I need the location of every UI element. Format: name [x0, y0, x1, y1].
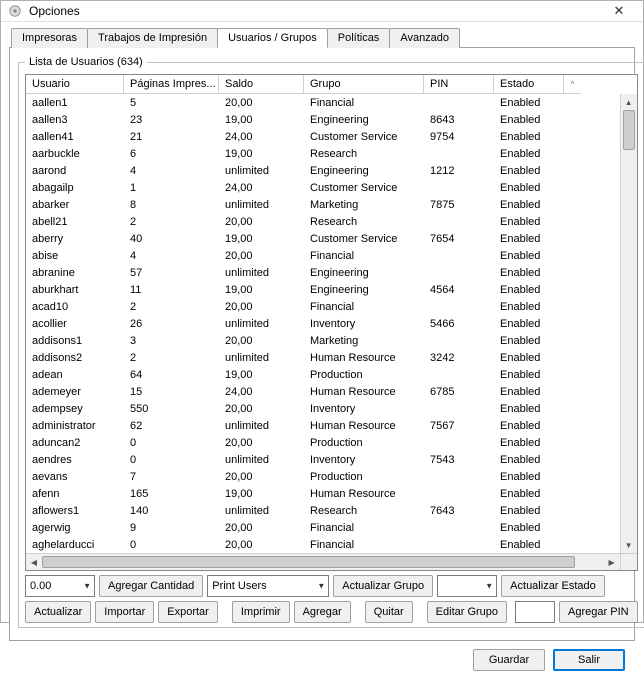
scroll-right-icon[interactable]: ▶: [604, 554, 620, 570]
table-row[interactable]: administrator62unlimitedHuman Resource75…: [26, 417, 620, 434]
vertical-scrollbar[interactable]: ▲ ▼: [620, 94, 637, 553]
table-row[interactable]: addisons22unlimitedHuman Resource3242Ena…: [26, 349, 620, 366]
table-row[interactable]: adempsey55020,00InventoryEnabled: [26, 400, 620, 417]
table-row[interactable]: abagailp124,00Customer ServiceEnabled: [26, 179, 620, 196]
column-usuario[interactable]: Usuario: [26, 75, 124, 94]
titlebar: Opciones ✕: [1, 1, 643, 22]
table-row[interactable]: aevans720,00ProductionEnabled: [26, 468, 620, 485]
table-header: Usuario Páginas Impres... Saldo Grupo PI…: [26, 75, 637, 94]
table-row[interactable]: aallen1520,00FinancialEnabled: [26, 94, 620, 111]
amount-combo[interactable]: 0.00: [25, 575, 95, 597]
table-row[interactable]: aberry4019,00Customer Service7654Enabled: [26, 230, 620, 247]
tab-usuarios-grupos[interactable]: Usuarios / Grupos: [217, 28, 328, 48]
table-row[interactable]: acad10220,00FinancialEnabled: [26, 298, 620, 315]
tab-trabajos-de-impresi-n[interactable]: Trabajos de Impresión: [87, 28, 218, 48]
controls-row-1: 0.00 Agregar Cantidad Print Users Actual…: [25, 575, 638, 597]
table-row[interactable]: afenn16519,00Human ResourceEnabled: [26, 485, 620, 502]
pin-input[interactable]: [515, 601, 555, 623]
scroll-up-icon[interactable]: ▲: [621, 94, 637, 110]
table-row[interactable]: aallen412124,00Customer Service9754Enabl…: [26, 128, 620, 145]
window-title: Opciones: [29, 4, 601, 18]
tab-strip: ImpresorasTrabajos de ImpresiónUsuarios …: [9, 28, 635, 48]
table-row[interactable]: abarker8unlimitedMarketing7875Enabled: [26, 196, 620, 213]
options-window: Opciones ✕ ImpresorasTrabajos de Impresi…: [0, 0, 644, 623]
column-paginas[interactable]: Páginas Impres...: [124, 75, 219, 94]
table-row[interactable]: abise420,00FinancialEnabled: [26, 247, 620, 264]
group-combo[interactable]: Print Users: [207, 575, 329, 597]
add-pin-button[interactable]: Agregar PIN: [559, 601, 638, 623]
table-row[interactable]: aduncan2020,00ProductionEnabled: [26, 434, 620, 451]
table-row[interactable]: aallen32319,00Engineering8643Enabled: [26, 111, 620, 128]
table-row[interactable]: addisons1320,00MarketingEnabled: [26, 332, 620, 349]
hscroll-track[interactable]: [42, 554, 604, 570]
add-amount-button[interactable]: Agregar Cantidad: [99, 575, 203, 597]
table-row[interactable]: aflowers1140unlimitedResearch7643Enabled: [26, 502, 620, 519]
close-button[interactable]: ✕: [601, 1, 637, 21]
table-row[interactable]: abranine57unlimitedEngineeringEnabled: [26, 264, 620, 281]
column-estado[interactable]: Estado: [494, 75, 564, 94]
remove-button[interactable]: Quitar: [365, 601, 413, 623]
update-group-button[interactable]: Actualizar Grupo: [333, 575, 433, 597]
add-button[interactable]: Agregar: [294, 601, 351, 623]
table-row[interactable]: aendres0unlimitedInventory7543Enabled: [26, 451, 620, 468]
table-row[interactable]: ademeyer1524,00Human Resource6785Enabled: [26, 383, 620, 400]
save-button[interactable]: Guardar: [473, 649, 545, 671]
dialog-buttons: Guardar Salir: [9, 641, 635, 679]
column-saldo[interactable]: Saldo: [219, 75, 304, 94]
export-button[interactable]: Exportar: [158, 601, 218, 623]
vscroll-track[interactable]: [621, 110, 637, 537]
exit-button[interactable]: Salir: [553, 649, 625, 671]
tab-impresoras[interactable]: Impresoras: [11, 28, 88, 48]
user-table: Usuario Páginas Impres... Saldo Grupo PI…: [25, 74, 638, 571]
update-state-button[interactable]: Actualizar Estado: [501, 575, 605, 597]
table-row[interactable]: aarond4unlimitedEngineering1212Enabled: [26, 162, 620, 179]
table-row[interactable]: aghelarducci020,00FinancialEnabled: [26, 536, 620, 553]
table-row[interactable]: aburkhart1119,00Engineering4564Enabled: [26, 281, 620, 298]
scroll-corner: [620, 554, 637, 570]
table-row[interactable]: acollier26unlimitedInventory5466Enabled: [26, 315, 620, 332]
client-area: ImpresorasTrabajos de ImpresiónUsuarios …: [1, 22, 643, 687]
print-button[interactable]: Imprimir: [232, 601, 290, 623]
vscroll-thumb[interactable]: [623, 110, 635, 150]
refresh-button[interactable]: Actualizar: [25, 601, 91, 623]
horizontal-scrollbar[interactable]: ◀ ▶: [26, 553, 637, 570]
table-row[interactable]: aarbuckle619,00ResearchEnabled: [26, 145, 620, 162]
tab-avanzado[interactable]: Avanzado: [389, 28, 460, 48]
user-list-fieldset: Lista de Usuarios (634) Usuario Páginas …: [18, 56, 644, 628]
import-button[interactable]: Importar: [95, 601, 154, 623]
edit-group-button[interactable]: Editar Grupo: [427, 601, 507, 623]
column-pin[interactable]: PIN: [424, 75, 494, 94]
table-row[interactable]: adean6419,00ProductionEnabled: [26, 366, 620, 383]
scroll-left-icon[interactable]: ◀: [26, 554, 42, 570]
user-list-legend: Lista de Usuarios (634): [25, 56, 147, 68]
header-scroll-corner: ^: [564, 75, 581, 94]
scroll-down-icon[interactable]: ▼: [621, 537, 637, 553]
tab-panel-users-groups: Lista de Usuarios (634) Usuario Páginas …: [9, 47, 635, 641]
app-icon: [7, 3, 23, 19]
state-combo[interactable]: [437, 575, 497, 597]
table-body[interactable]: aallen1520,00FinancialEnabledaallen32319…: [26, 94, 620, 553]
table-row[interactable]: agerwig920,00FinancialEnabled: [26, 519, 620, 536]
controls-row-2: Actualizar Importar Exportar Imprimir Ag…: [25, 601, 638, 623]
hscroll-thumb[interactable]: [42, 556, 575, 568]
table-row[interactable]: abell21220,00ResearchEnabled: [26, 213, 620, 230]
column-grupo[interactable]: Grupo: [304, 75, 424, 94]
tab-pol-ticas[interactable]: Políticas: [327, 28, 391, 48]
